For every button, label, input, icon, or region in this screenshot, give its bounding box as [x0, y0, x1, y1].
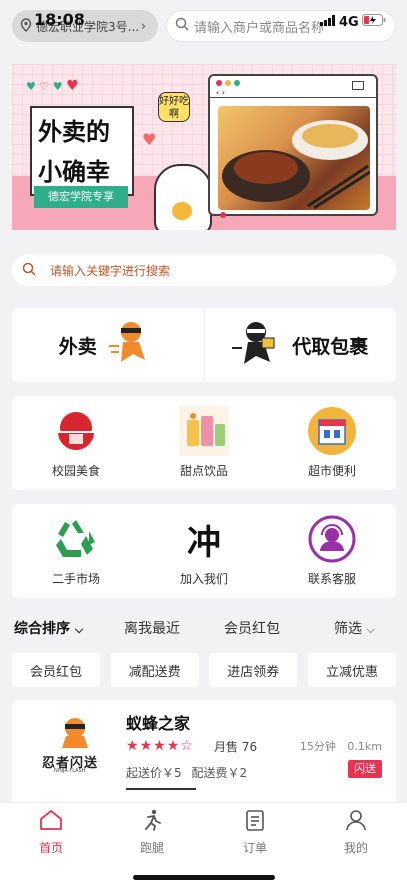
shop-card[interactable]: 忍者闪送 NINJA FLASH 蚁蜂之家 ★★★★☆ 月售 76 15分钟 0… — [12, 700, 396, 810]
category-label: 甜点饮品 — [179, 464, 228, 478]
chevron-down-icon: ⌵ — [366, 623, 375, 636]
tab-errand[interactable]: 跑腿 — [122, 809, 182, 856]
tab-orders[interactable]: 订单 — [225, 809, 285, 856]
tab-profile-label: 我的 — [343, 841, 368, 855]
shop-logo-subtext: NINJA FLASH — [54, 768, 86, 774]
chevron-down-icon: ⌵ — [74, 623, 84, 636]
shop-name: 蚁蜂之家 — [126, 714, 191, 733]
ninja-parcel-icon — [232, 320, 280, 371]
chip-reduced-delivery[interactable]: 减配送费 — [110, 653, 199, 687]
browser-illustration: ‹ › — [208, 74, 378, 216]
delivery-time: 15分钟 — [299, 740, 336, 753]
category-label: 校园美食 — [51, 464, 100, 478]
status-time: 18:08 — [34, 10, 85, 29]
category-join-us[interactable]: 冲 加入我们 — [140, 504, 268, 598]
signal-icon — [320, 14, 336, 30]
shop-logo: 忍者闪送 NINJA FLASH — [40, 714, 110, 774]
flash-delivery-badge: 闪送 — [348, 760, 382, 778]
service-takeout-label: 外卖 — [58, 335, 97, 358]
chip-store-coupon[interactable]: 进店领券 — [209, 653, 298, 687]
battery-icon — [361, 14, 386, 30]
banner-speech-bubble: 好好吃啊 — [158, 92, 190, 122]
sort-overall[interactable]: 综合排序 ⌵ — [14, 618, 83, 638]
food-photo — [218, 106, 371, 210]
category-desserts-drinks[interactable]: 甜点饮品 — [140, 396, 268, 490]
category-campus-food[interactable]: 校园美食 — [12, 396, 140, 490]
category-label: 二手市场 — [51, 572, 100, 586]
service-takeout[interactable]: 外卖 — [12, 308, 204, 382]
heart-icon: ♥ — [142, 130, 157, 149]
top-search-placeholder: 请输入商户或商品名称 — [194, 20, 325, 36]
sort-bar: 综合排序 ⌵ 离我最近 会员红包 筛选 ⌵ — [12, 618, 396, 638]
tab-profile[interactable]: 我的 — [326, 809, 386, 856]
sort-member-coupon[interactable]: 会员红包 — [224, 618, 280, 638]
category-label: 加入我们 — [179, 572, 228, 586]
food-bowl-icon — [51, 406, 101, 456]
service-parcel-label: 代取包裹 — [292, 335, 369, 358]
delivery-fee: 配送费￥2 — [191, 766, 248, 780]
runner-icon — [140, 809, 164, 834]
delivery-info: 15分钟 0.1km — [300, 738, 382, 754]
category-label: 超市便利 — [307, 464, 356, 478]
fee-info: 起送价￥5 配送费￥2 — [126, 764, 247, 781]
star-filled-icon: ★ — [166, 738, 181, 754]
join-calligraphy-icon: 冲 — [179, 514, 229, 564]
star-filled-icon: ★ — [153, 738, 167, 754]
banner-title-line1: 外卖的 — [38, 118, 110, 146]
star-filled-icon: ★ — [139, 738, 154, 754]
search-icon — [22, 262, 36, 279]
category-second-hand[interactable]: 二手市场 — [12, 504, 140, 598]
category-supermarket[interactable]: 超市便利 — [268, 396, 396, 490]
sort-filter[interactable]: 筛选 ⌵ — [334, 618, 375, 638]
location-pin-icon — [20, 17, 32, 35]
user-icon — [345, 809, 367, 834]
tab-home[interactable]: 首页 — [21, 809, 81, 856]
filter-chips: 会员红包 减配送费 进店领券 立减优惠 — [12, 653, 396, 687]
ninja-runner-icon — [108, 320, 157, 371]
service-card: 外卖 代取包裹 — [12, 308, 396, 382]
tab-errand-label: 跑腿 — [139, 841, 164, 855]
promo-banner[interactable]: ♥ ♡ ♥ ♥ 外卖的 小确幸 德宏学院专享 好好吃啊 ♥ ‹ › — [12, 64, 396, 230]
monthly-sales: 月售 76 — [214, 740, 258, 754]
network-type: 4G — [339, 14, 359, 30]
home-icon — [39, 809, 63, 834]
distance: 0.1km — [347, 740, 382, 753]
banner-title-line2: 小确幸 — [38, 158, 110, 186]
customer-service-icon — [307, 514, 357, 564]
banner-subtitle: 德宏学院专享 — [34, 186, 128, 208]
status-indicators: 4G — [320, 14, 386, 30]
category-row-1: 校园美食 甜点饮品 超市便利 — [12, 396, 396, 490]
sort-nearest[interactable]: 离我最近 — [124, 618, 180, 638]
chip-instant-discount[interactable]: 立减优惠 — [307, 653, 396, 687]
category-customer-service[interactable]: 联系客服 — [268, 504, 396, 598]
order-icon — [244, 809, 266, 834]
star-filled-icon: ★ — [126, 738, 140, 754]
category-row-2: 二手市场 冲 加入我们 联系客服 — [12, 504, 396, 598]
search-icon — [175, 17, 189, 35]
cat-paw-icon — [154, 164, 212, 230]
supermarket-icon — [307, 406, 357, 456]
decor-hearts-icon: ♥ ♡ ♥ ♥ — [26, 78, 79, 94]
tab-orders-label: 订单 — [242, 841, 267, 855]
service-parcel[interactable]: 代取包裹 — [203, 308, 397, 382]
banner-title-box: 外卖的 小确幸 — [30, 106, 134, 196]
min-order: 起送价￥5 — [126, 766, 182, 780]
category-label: 联系客服 — [307, 572, 356, 586]
join-glyph: 冲 — [187, 522, 221, 563]
chip-member-coupon[interactable]: 会员红包 — [12, 653, 100, 687]
chevron-right-icon: › — [141, 19, 146, 33]
rating-stars: ★★★★☆ — [126, 738, 194, 754]
home-indicator — [133, 875, 275, 880]
star-empty-icon: ☆ — [180, 738, 194, 754]
tab-home-label: 首页 — [38, 841, 63, 855]
drinks-icon — [179, 406, 229, 456]
recycle-icon — [51, 514, 101, 564]
keyword-search-input[interactable]: 请输入关键字进行搜索 — [12, 254, 396, 286]
search-placeholder: 请输入关键字进行搜索 — [50, 263, 171, 278]
